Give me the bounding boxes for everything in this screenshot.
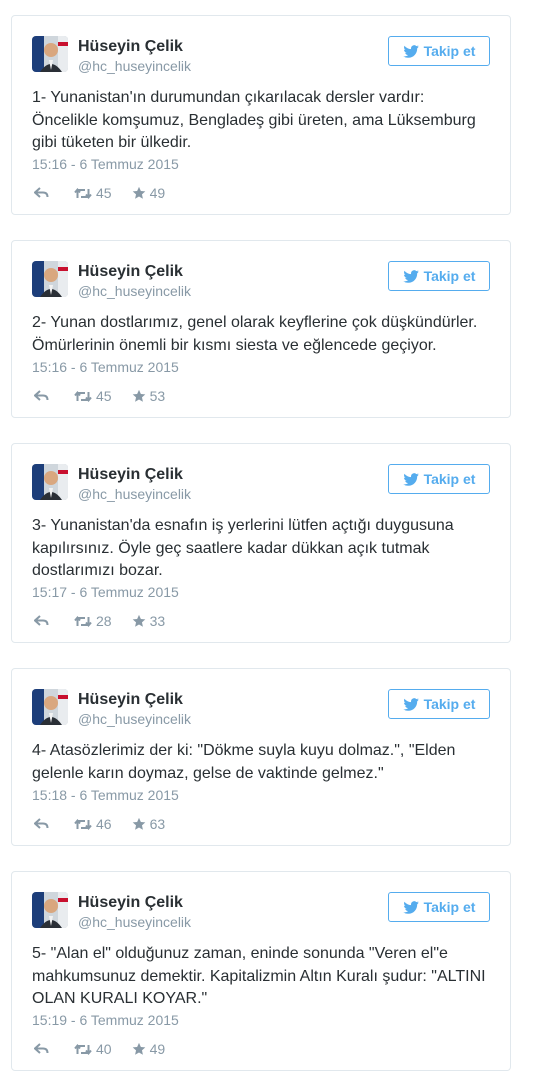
favorite-count: 49: [149, 185, 166, 201]
tweet-actions: 46 63: [33, 816, 166, 832]
favorite-button[interactable]: 63: [132, 816, 166, 832]
tweet-card: Hüseyin Çelik @hc_huseyincelik Takip et …: [11, 871, 511, 1071]
star-icon: [132, 817, 146, 831]
author-handle[interactable]: @hc_huseyincelik: [78, 283, 191, 299]
tweet-actions: 28 33: [33, 613, 166, 629]
author-name[interactable]: Hüseyin Çelik: [78, 691, 183, 709]
retweet-button[interactable]: 28: [74, 613, 112, 629]
twitter-bird-icon: [402, 900, 419, 914]
retweet-count: 45: [96, 388, 112, 404]
favorite-count: 33: [149, 613, 166, 629]
reply-button[interactable]: [33, 615, 50, 627]
tweet-text: 1- Yunanistan'ın durumundan çıkarılacak …: [32, 89, 476, 151]
retweet-icon: [74, 187, 92, 200]
retweet-button[interactable]: 40: [74, 1041, 112, 1057]
star-icon: [132, 389, 146, 403]
tweet-card: Hüseyin Çelik @hc_huseyincelik Takip et …: [11, 443, 511, 643]
avatar[interactable]: [32, 892, 68, 928]
author-name[interactable]: Hüseyin Çelik: [78, 263, 183, 281]
follow-button[interactable]: Takip et: [388, 892, 490, 922]
tweet-text: 2- Yunan dostlarımız, genel olarak keyfl…: [32, 314, 478, 354]
reply-icon: [33, 1043, 49, 1055]
favorite-button[interactable]: 49: [132, 1041, 166, 1057]
twitter-bird-icon: [402, 269, 419, 283]
follow-label: Takip et: [423, 43, 476, 59]
reply-icon: [33, 390, 49, 402]
favorite-count: 49: [149, 1041, 166, 1057]
twitter-bird-icon: [402, 472, 419, 486]
follow-label: Takip et: [423, 899, 476, 915]
tweet-timestamp[interactable]: 15:18 - 6 Temmuz 2015: [32, 787, 179, 803]
star-icon: [132, 614, 146, 628]
tweet-actions: 45 49: [33, 185, 166, 201]
retweet-button[interactable]: 45: [74, 388, 112, 404]
favorite-button[interactable]: 49: [132, 185, 166, 201]
reply-icon: [33, 187, 49, 199]
avatar[interactable]: [32, 464, 68, 500]
star-icon: [132, 186, 146, 200]
tweet-timestamp[interactable]: 15:16 - 6 Temmuz 2015: [32, 156, 179, 172]
retweet-count: 40: [96, 1041, 112, 1057]
reply-button[interactable]: [33, 818, 50, 830]
follow-label: Takip et: [423, 471, 476, 487]
follow-button[interactable]: Takip et: [388, 464, 490, 494]
author-name[interactable]: Hüseyin Çelik: [78, 466, 183, 484]
tweet-card: Hüseyin Çelik @hc_huseyincelik Takip et …: [11, 240, 511, 418]
retweet-icon: [74, 818, 92, 831]
tweet-text: 5- "Alan el" olduğunuz zaman, eninde son…: [32, 945, 486, 1007]
tweet-card: Hüseyin Çelik @hc_huseyincelik Takip et …: [11, 668, 511, 846]
author-handle[interactable]: @hc_huseyincelik: [78, 914, 191, 930]
tweet-text: 4- Atasözlerimiz der ki: "Dökme suyla ku…: [32, 742, 456, 782]
favorite-button[interactable]: 33: [132, 613, 166, 629]
tweet-actions: 40 49: [33, 1041, 166, 1057]
retweet-count: 45: [96, 185, 112, 201]
twitter-bird-icon: [402, 697, 419, 711]
reply-button[interactable]: [33, 1043, 50, 1055]
retweet-icon: [74, 390, 92, 403]
tweet-text: 3- Yunanistan'da esnafın iş yerlerini lü…: [32, 517, 454, 579]
tweet-card: Hüseyin Çelik @hc_huseyincelik Takip et …: [11, 15, 511, 215]
author-name[interactable]: Hüseyin Çelik: [78, 894, 183, 912]
author-handle[interactable]: @hc_huseyincelik: [78, 711, 191, 727]
follow-label: Takip et: [423, 696, 476, 712]
reply-button[interactable]: [33, 187, 50, 199]
favorite-button[interactable]: 53: [132, 388, 166, 404]
author-handle[interactable]: @hc_huseyincelik: [78, 58, 191, 74]
twitter-bird-icon: [402, 44, 419, 58]
retweet-icon: [74, 615, 92, 628]
avatar[interactable]: [32, 689, 68, 725]
avatar[interactable]: [32, 36, 68, 72]
follow-button[interactable]: Takip et: [388, 689, 490, 719]
retweet-icon: [74, 1043, 92, 1056]
follow-button[interactable]: Takip et: [388, 36, 490, 66]
favorite-count: 63: [149, 816, 166, 832]
follow-button[interactable]: Takip et: [388, 261, 490, 291]
star-icon: [132, 1042, 146, 1056]
tweet-actions: 45 53: [33, 388, 166, 404]
retweet-button[interactable]: 46: [74, 816, 112, 832]
reply-button[interactable]: [33, 390, 50, 402]
tweet-timestamp[interactable]: 15:19 - 6 Temmuz 2015: [32, 1012, 179, 1028]
tweet-timestamp[interactable]: 15:17 - 6 Temmuz 2015: [32, 584, 179, 600]
follow-label: Takip et: [423, 268, 476, 284]
retweet-button[interactable]: 45: [74, 185, 112, 201]
retweet-count: 46: [96, 816, 112, 832]
retweet-count: 28: [96, 613, 112, 629]
tweet-timestamp[interactable]: 15:16 - 6 Temmuz 2015: [32, 359, 179, 375]
author-handle[interactable]: @hc_huseyincelik: [78, 486, 191, 502]
reply-icon: [33, 818, 49, 830]
author-name[interactable]: Hüseyin Çelik: [78, 38, 183, 56]
reply-icon: [33, 615, 49, 627]
favorite-count: 53: [149, 388, 166, 404]
avatar[interactable]: [32, 261, 68, 297]
